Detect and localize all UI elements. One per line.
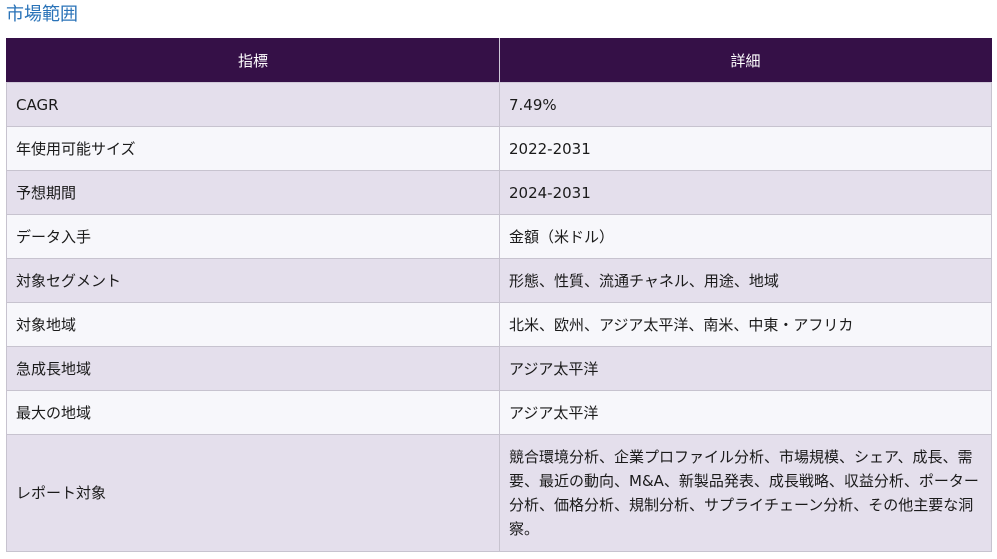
row-detail-cell: アジア太平洋	[499, 346, 992, 391]
row-metric-cell: CAGR	[6, 82, 500, 127]
row-detail-cell: 2024-2031	[499, 170, 992, 215]
table-row: 予想期間 2024-2031	[6, 170, 992, 215]
table-row: CAGR 7.49%	[6, 82, 992, 127]
table-row: データ入手 金額（米ドル）	[6, 214, 992, 259]
row-metric-cell: 予想期間	[6, 170, 500, 215]
row-metric-cell: 年使用可能サイズ	[6, 126, 500, 171]
row-detail-cell: 北米、欧州、アジア太平洋、南米、中東・アフリカ	[499, 302, 992, 347]
row-metric-cell: 急成長地域	[6, 346, 500, 391]
table-row: 最大の地域 アジア太平洋	[6, 390, 992, 435]
row-detail-cell: 2022-2031	[499, 126, 992, 171]
table-header-row: 指標 詳細	[6, 38, 992, 83]
column-header-metric: 指標	[6, 38, 500, 83]
table-row: 急成長地域 アジア太平洋	[6, 346, 992, 391]
row-detail-cell: 金額（米ドル）	[499, 214, 992, 259]
row-detail-cell: 競合環境分析、企業プロファイル分析、市場規模、シェア、成長、需要、最近の動向、M…	[499, 434, 992, 552]
section-heading: 市場範囲	[6, 4, 78, 25]
row-metric-cell: データ入手	[6, 214, 500, 259]
row-metric-cell: レポート対象	[6, 434, 500, 552]
row-detail-cell: 7.49%	[499, 82, 992, 127]
table-row: 対象地域 北米、欧州、アジア太平洋、南米、中東・アフリカ	[6, 302, 992, 347]
row-detail-cell: 形態、性質、流通チャネル、用途、地域	[499, 258, 992, 303]
row-metric-cell: 最大の地域	[6, 390, 500, 435]
market-scope-table: 指標 詳細 CAGR 7.49% 年使用可能サイズ 2022-2031 予想期間…	[6, 38, 992, 552]
table-row: レポート対象 競合環境分析、企業プロファイル分析、市場規模、シェア、成長、需要、…	[6, 434, 992, 552]
row-metric-cell: 対象セグメント	[6, 258, 500, 303]
row-detail-cell: アジア太平洋	[499, 390, 992, 435]
column-header-detail: 詳細	[499, 38, 992, 83]
row-metric-cell: 対象地域	[6, 302, 500, 347]
table-row: 対象セグメント 形態、性質、流通チャネル、用途、地域	[6, 258, 992, 303]
table-row: 年使用可能サイズ 2022-2031	[6, 126, 992, 171]
